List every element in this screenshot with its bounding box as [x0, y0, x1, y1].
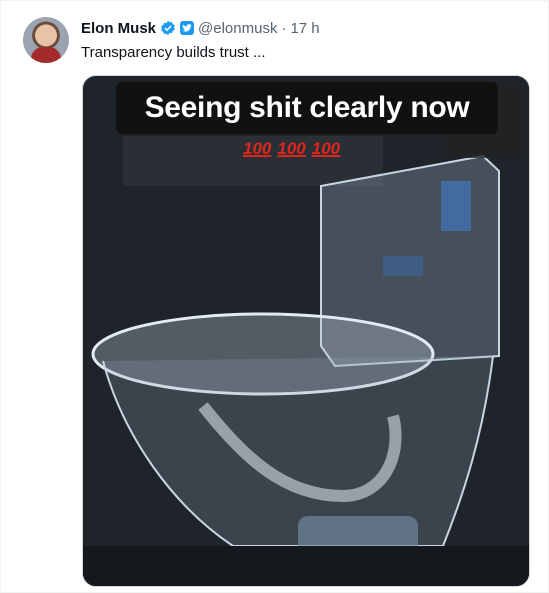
hundred-emoji-icon: 100 — [277, 139, 306, 158]
header-separator: · — [281, 19, 287, 37]
avatar[interactable] — [23, 17, 69, 63]
twitter-bird-icon — [180, 21, 195, 35]
tweet-text: Transparency builds trust ... — [81, 44, 266, 61]
image-caption: Seeing shit clearly now — [116, 82, 498, 134]
hundred-emoji-icon: 100 — [311, 139, 341, 158]
verified-badge-icon — [161, 20, 175, 36]
hundred-emoji-icon: 100 — [243, 139, 272, 158]
tweet-card[interactable]: Elon Musk @elonmusk · 17 h Transparency … — [0, 0, 549, 593]
author-handle[interactable]: @elonmusk — [198, 20, 277, 37]
author-name[interactable]: Elon Musk — [81, 20, 156, 37]
tweet-media-image[interactable]: Seeing shit clearly now 100 100 100 — [82, 75, 530, 587]
tweet-timestamp[interactable]: 17 h — [290, 20, 319, 37]
tweet-header: Elon Musk @elonmusk · 17 h — [81, 17, 320, 39]
hundred-emoji-row: 100 100 100 — [243, 134, 340, 164]
